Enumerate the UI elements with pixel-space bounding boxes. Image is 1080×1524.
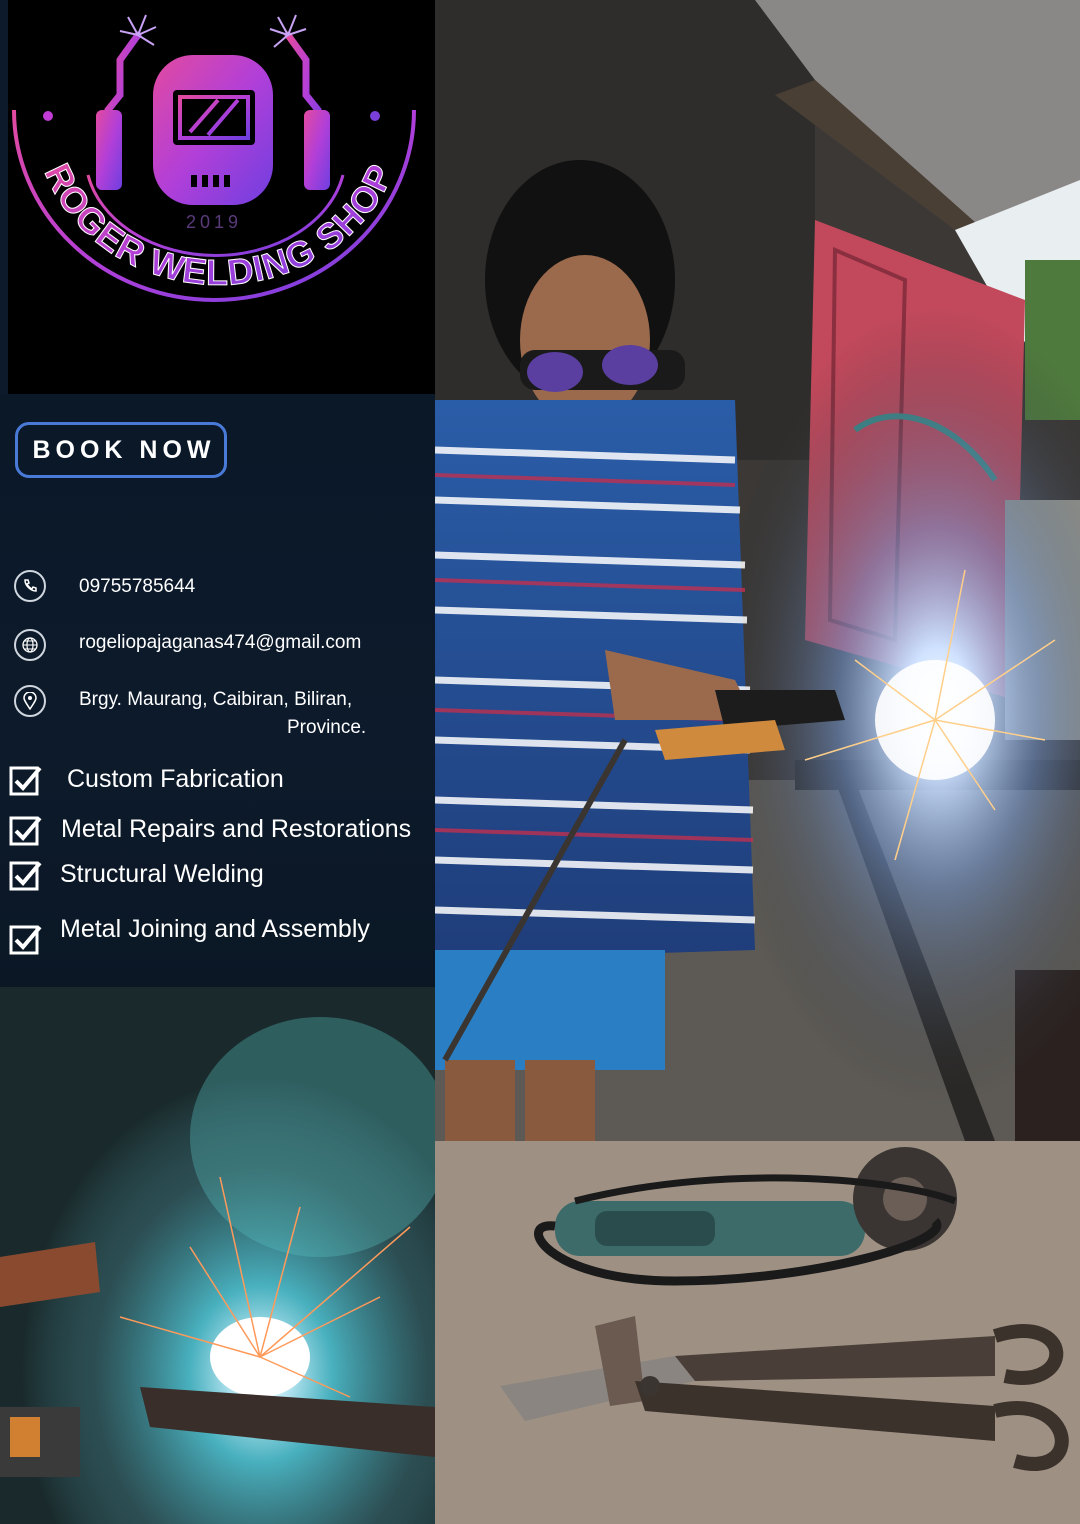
service-label: Metal Repairs and Restorations	[61, 814, 412, 843]
checkbox-checked-icon	[9, 923, 42, 955]
tools-photo	[435, 1141, 1080, 1524]
globe-icon	[14, 629, 46, 661]
checkbox-checked-icon	[9, 764, 42, 796]
address-line-1: Brgy. Maurang, Caibiran, Biliran,	[79, 689, 353, 710]
book-now-button[interactable]: BOOK NOW	[15, 422, 227, 478]
email-address[interactable]: rogeliopajaganas474@gmail.com	[79, 632, 361, 654]
checkbox-checked-icon	[9, 859, 42, 891]
service-item: Structural Welding	[9, 859, 264, 891]
shop-logo: 2019 ROGER WELDING SHOP	[8, 0, 435, 394]
service-label: Metal Joining and Assembly	[60, 914, 370, 943]
service-item: Custom Fabrication	[9, 764, 284, 796]
logo-year: 2019	[186, 212, 242, 232]
welding-helmet-logo-icon: 2019 ROGER WELDING SHOP	[12, 14, 416, 302]
service-label: Structural Welding	[60, 859, 264, 888]
welder-photo	[435, 0, 1080, 1141]
service-item: Metal Joining and Assembly	[9, 905, 370, 955]
checkbox-checked-icon	[9, 814, 42, 846]
welding-sparks-photo	[0, 987, 435, 1524]
phone-number[interactable]: 09755785644	[79, 576, 195, 598]
address-line-2: Province.	[287, 717, 367, 738]
location-pin-icon	[14, 685, 46, 717]
phone-icon	[14, 570, 46, 602]
service-label: Custom Fabrication	[67, 764, 284, 793]
service-item: Metal Repairs and Restorations	[9, 814, 412, 846]
